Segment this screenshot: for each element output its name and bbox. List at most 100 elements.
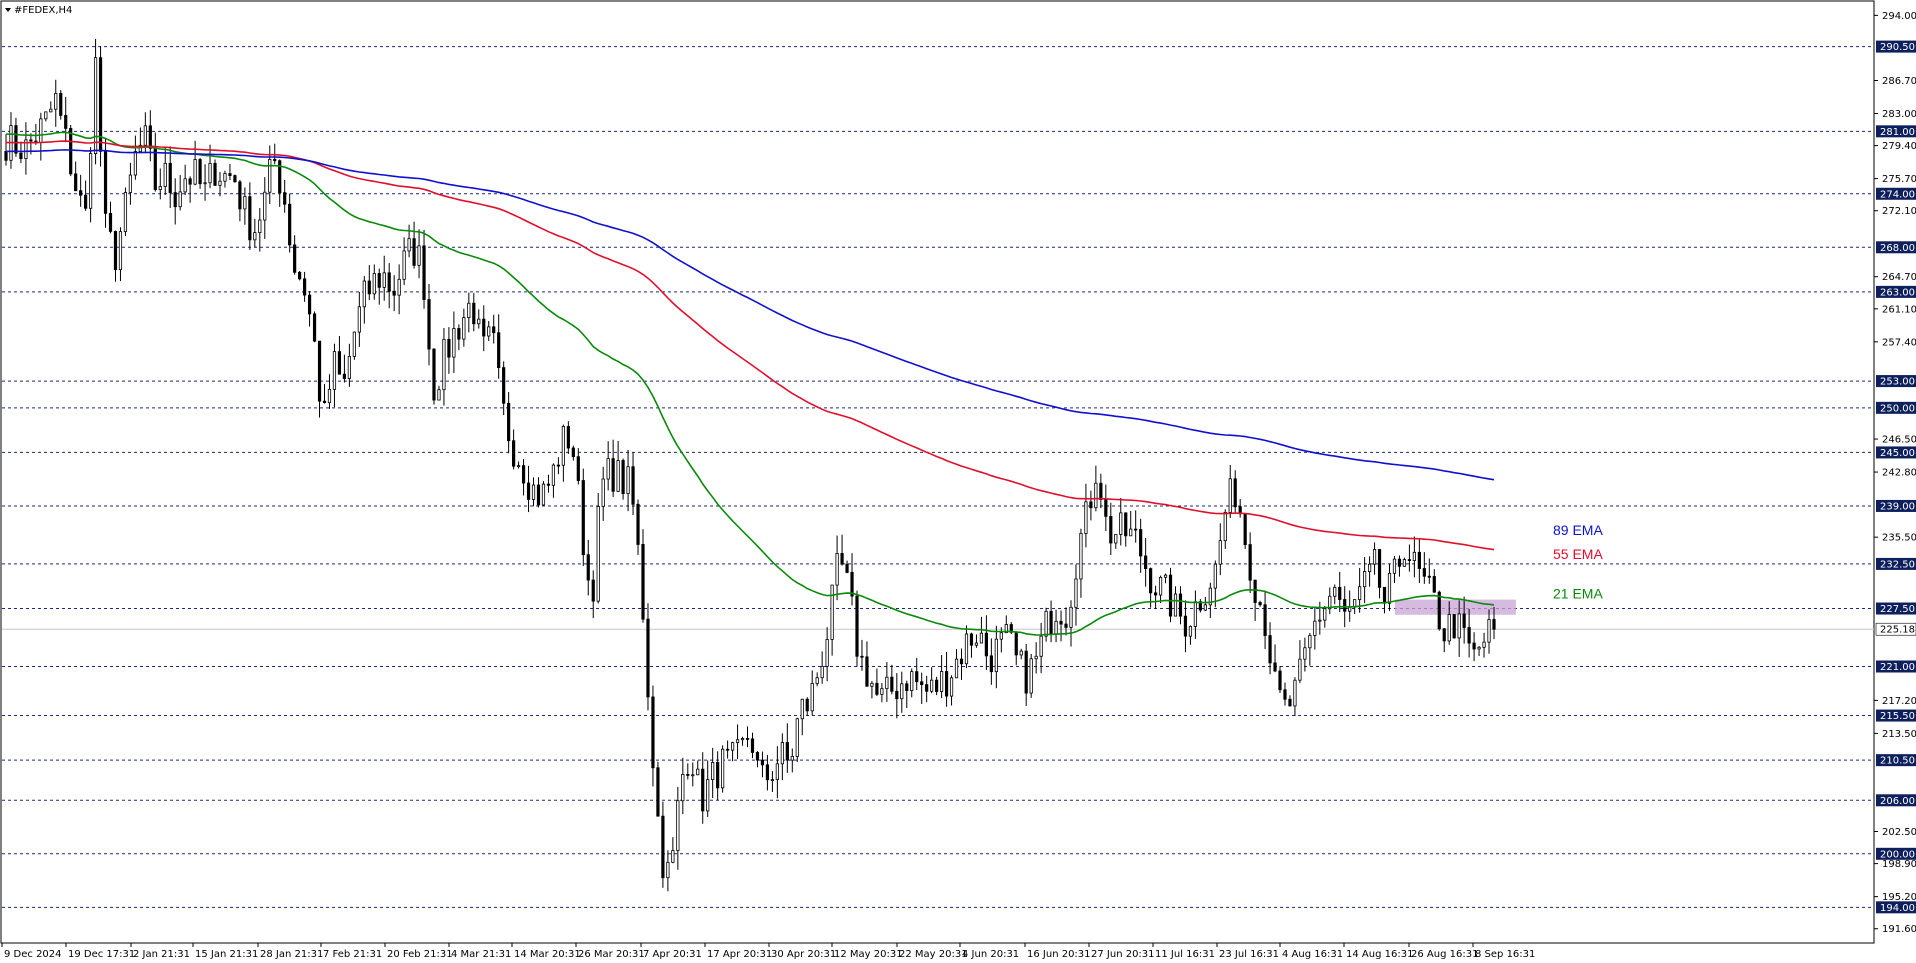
candle-body xyxy=(1094,482,1098,509)
y-tick-label: 213.50 xyxy=(1882,729,1916,740)
candle-body xyxy=(173,192,177,208)
candle-body xyxy=(750,738,755,753)
candle-body xyxy=(701,768,705,812)
candle-body xyxy=(332,351,337,390)
candle-body xyxy=(536,484,541,506)
candle-body xyxy=(1163,574,1168,578)
ema-annotation: 89 EMA xyxy=(1553,522,1603,538)
candle-body xyxy=(432,348,436,401)
candle-body xyxy=(49,108,53,113)
candle-body xyxy=(905,683,909,691)
level-label: 206.00 xyxy=(1880,796,1915,807)
candle-body xyxy=(472,302,476,325)
candle-body xyxy=(860,655,864,658)
candle-body xyxy=(103,150,108,214)
candle-body xyxy=(14,125,18,154)
candle-body xyxy=(44,111,48,120)
price-chart[interactable]: 294.00 286.70 283.00 279.40 275.70 272.10 264.… xyxy=(0,0,1916,963)
candle-body xyxy=(1333,586,1337,597)
candle-body xyxy=(925,684,929,692)
ema-annotations: 89 EMA 55 EMA 21 EMA xyxy=(1553,522,1603,601)
candle-body xyxy=(885,676,889,690)
candle-body xyxy=(1064,623,1068,628)
candle-body xyxy=(507,402,511,442)
y-tick-label: 283.00 xyxy=(1882,109,1916,120)
level-label: 227.50 xyxy=(1880,604,1915,615)
candle-body xyxy=(377,273,381,288)
candle-body xyxy=(1203,604,1207,611)
candle-body xyxy=(54,92,58,110)
candle-body xyxy=(900,683,904,700)
candle-body xyxy=(1467,627,1471,644)
candle-body xyxy=(1153,592,1158,596)
candle-body xyxy=(317,340,322,402)
x-tick-label: 7 Feb 21:31 xyxy=(323,949,382,960)
candle-body xyxy=(740,738,745,741)
candle-body xyxy=(1447,614,1451,642)
candle-body xyxy=(1233,478,1237,508)
level-label: 194.00 xyxy=(1880,903,1915,914)
candle-body xyxy=(462,317,466,340)
candle-body xyxy=(1019,650,1023,656)
candle-body xyxy=(422,245,426,301)
candle-body xyxy=(288,203,292,246)
candle-body xyxy=(616,460,620,492)
candle-body xyxy=(1323,608,1327,621)
candle-body xyxy=(437,389,441,401)
candle-body xyxy=(810,683,814,712)
candle-body xyxy=(696,768,700,776)
candle-body xyxy=(1258,602,1262,606)
candle-body xyxy=(969,633,974,646)
level-label: 290.50 xyxy=(1880,42,1915,53)
candle-body xyxy=(1223,511,1227,542)
candle-body xyxy=(123,192,128,233)
candle-body xyxy=(218,180,222,186)
y-tick-label: 286.70 xyxy=(1882,76,1916,87)
y-tick-label: 261.10 xyxy=(1882,304,1916,315)
candle-body xyxy=(382,272,386,288)
candle-body xyxy=(1228,478,1232,513)
candle-body xyxy=(372,273,376,295)
candle-body xyxy=(915,671,919,683)
y-tick-label: 217.20 xyxy=(1882,696,1916,707)
candle-body xyxy=(691,774,695,777)
candle-body xyxy=(666,861,670,879)
x-tick-label: 14 Aug 16:31 xyxy=(1346,949,1413,960)
candle-body xyxy=(143,125,147,146)
candle-body xyxy=(1313,620,1317,636)
candle-body xyxy=(1288,698,1292,707)
candle-body xyxy=(870,682,874,687)
candle-body xyxy=(387,272,391,292)
candle-body xyxy=(895,690,899,700)
candle-body xyxy=(263,191,267,221)
x-tick-label: 15 Jan 21:31 xyxy=(195,949,258,960)
candle-body xyxy=(1248,544,1252,581)
candle-body xyxy=(1363,571,1367,588)
candle-body xyxy=(258,219,262,234)
candle-body xyxy=(347,356,351,379)
candle-body xyxy=(711,762,715,781)
candle-body xyxy=(1387,572,1392,604)
candle-body xyxy=(651,696,655,769)
candle-body xyxy=(561,426,565,466)
candle-body xyxy=(636,503,640,545)
candle-body xyxy=(1397,558,1402,567)
candle-body xyxy=(531,484,536,500)
candle-body xyxy=(1074,578,1078,608)
x-tick-label: 4 Aug 16:31 xyxy=(1282,949,1343,960)
resistance-zone xyxy=(1394,599,1516,615)
candle-body xyxy=(497,332,501,369)
candle-body xyxy=(1452,614,1456,639)
candle-body xyxy=(686,774,690,776)
candle-body xyxy=(1059,620,1063,625)
candle-body xyxy=(188,178,192,185)
x-tick-label: 22 May 20:31 xyxy=(899,949,968,960)
candle-body xyxy=(1119,512,1123,535)
symbol-header[interactable]: #FEDEX,H4 xyxy=(5,5,72,16)
candle-body xyxy=(1358,586,1362,600)
candle-body xyxy=(646,618,650,698)
candle-body xyxy=(1089,501,1093,509)
candle-body xyxy=(1173,593,1178,617)
y-tick-label: 235.50 xyxy=(1882,533,1916,544)
candle-body xyxy=(890,676,894,692)
